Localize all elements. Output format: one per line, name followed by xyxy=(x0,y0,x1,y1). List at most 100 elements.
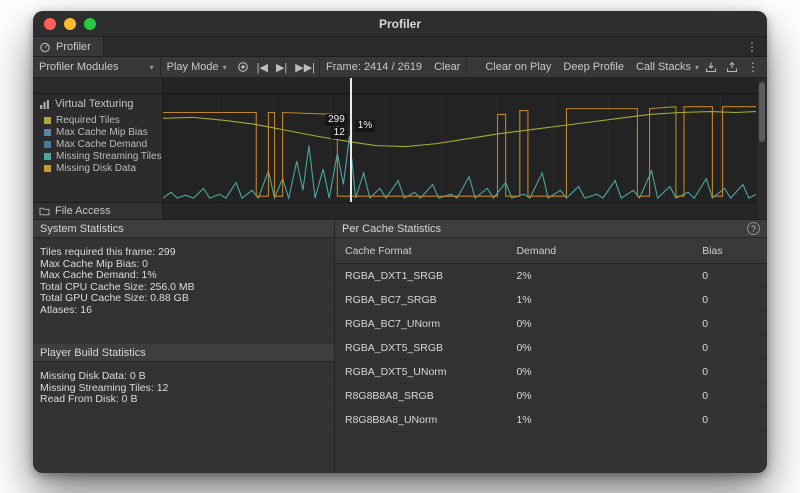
profiler-modules-label: Profiler Modules xyxy=(39,61,118,73)
virtual-texturing-chart[interactable] xyxy=(163,95,756,202)
tab-label: Profiler xyxy=(56,41,91,53)
chart-area[interactable]: 299 12 1% xyxy=(163,78,756,219)
record-button[interactable] xyxy=(233,57,253,77)
legend-item-required-tiles[interactable]: Required Tiles xyxy=(44,115,162,126)
statistics-pane: System Statistics Tiles required this fr… xyxy=(33,220,335,473)
clear-on-play-toggle[interactable]: Clear on Play xyxy=(479,57,557,77)
chevron-down-icon: ▾ xyxy=(223,63,227,72)
profiler-window: Profiler Profiler ⋮ Profiler Modules ▾ P… xyxy=(33,11,767,473)
module-file-access[interactable]: File Access xyxy=(33,202,162,219)
table-row[interactable]: R8G8B8A8_SRGB 0% 0 xyxy=(335,384,767,408)
column-demand[interactable]: Demand xyxy=(516,245,702,257)
tab-profiler[interactable]: Profiler xyxy=(33,37,104,56)
cell-demand: 0% xyxy=(516,342,702,354)
profiler-modules-dropdown[interactable]: Profiler Modules ▾ xyxy=(33,57,161,77)
fullscreen-button[interactable] xyxy=(84,18,96,30)
cell-bias: 0 xyxy=(702,342,767,354)
window-title: Profiler xyxy=(379,17,421,31)
cell-demand: 1% xyxy=(516,414,702,426)
playhead-line[interactable] xyxy=(350,78,352,202)
deep-profile-toggle[interactable]: Deep Profile xyxy=(557,57,630,77)
cell-bias: 0 xyxy=(702,366,767,378)
legend-label: Missing Disk Data xyxy=(56,163,136,174)
chevron-down-icon: ▾ xyxy=(695,63,699,72)
cell-cache-format: RGBA_DXT5_UNorm xyxy=(335,366,516,378)
sidebar-spacer xyxy=(33,78,162,94)
play-mode-label: Play Mode xyxy=(167,61,219,73)
save-icon xyxy=(726,61,738,73)
cell-cache-format: R8G8B8A8_SRGB xyxy=(335,390,516,402)
table-row[interactable]: R8G8B8A8_UNorm 1% 0 xyxy=(335,408,767,432)
load-icon xyxy=(705,61,717,73)
series-missing-streaming-tiles xyxy=(163,136,756,198)
titlebar[interactable]: Profiler xyxy=(33,11,767,37)
call-stacks-dropdown[interactable]: Call Stacks ▾ xyxy=(630,57,705,77)
next-frame-button[interactable]: ▶| xyxy=(272,57,291,77)
call-stacks-label: Call Stacks xyxy=(636,61,691,73)
cell-cache-format: RGBA_BC7_UNorm xyxy=(335,318,516,330)
chart-top-strip xyxy=(163,78,756,94)
current-frame-button[interactable]: ▶▶| xyxy=(291,57,320,77)
traffic-lights xyxy=(44,11,96,36)
file-access-chart-row[interactable] xyxy=(163,202,756,219)
playhead-tiles-value: 299 xyxy=(325,114,348,126)
chart-canvas xyxy=(163,95,756,202)
pane-title: System Statistics xyxy=(40,223,124,235)
legend-item-max-cache-demand[interactable]: Max Cache Demand xyxy=(44,139,162,150)
table-row[interactable]: RGBA_BC7_UNorm 0% 0 xyxy=(335,312,767,336)
stat-line: Tiles required this frame: 299 xyxy=(40,247,327,259)
table-row[interactable]: RGBA_DXT5_UNorm 0% 0 xyxy=(335,360,767,384)
per-cache-table: Cache Format Demand Bias RGBA_DXT1_SRGB … xyxy=(335,238,767,473)
cell-demand: 2% xyxy=(516,270,702,282)
tab-bar: Profiler ⋮ xyxy=(33,37,767,57)
toolbar-context-menu-icon[interactable]: ⋮ xyxy=(747,60,759,74)
cell-cache-format: RGBA_BC7_SRGB xyxy=(335,294,516,306)
table-row[interactable]: RGBA_DXT1_SRGB 2% 0 xyxy=(335,264,767,288)
prev-frame-button[interactable]: |◀ xyxy=(253,57,272,77)
chart-region: Virtual Texturing Required Tiles Max Cac… xyxy=(33,78,767,220)
chart-module-icon xyxy=(39,99,50,110)
scrollbar-thumb[interactable] xyxy=(759,82,765,142)
column-cache-format[interactable]: Cache Format xyxy=(335,245,516,257)
load-profile-button[interactable] xyxy=(705,61,717,73)
player-build-statistics-header: Player Build Statistics xyxy=(33,344,334,362)
help-icon[interactable]: ? xyxy=(747,222,760,235)
playhead-demand-value: 1% xyxy=(355,120,375,132)
clear-button[interactable]: Clear xyxy=(428,57,467,77)
record-icon xyxy=(237,61,249,73)
table-header-row[interactable]: Cache Format Demand Bias xyxy=(335,238,767,264)
module-label: Virtual Texturing xyxy=(55,98,133,110)
table-row[interactable]: RGBA_BC7_SRGB 1% 0 xyxy=(335,288,767,312)
legend-item-missing-streaming-tiles[interactable]: Missing Streaming Tiles xyxy=(44,151,162,162)
legend-item-max-cache-mip-bias[interactable]: Max Cache Mip Bias xyxy=(44,127,162,138)
module-sidebar: Virtual Texturing Required Tiles Max Cac… xyxy=(33,78,163,219)
pane-title: Player Build Statistics xyxy=(40,347,146,359)
chevron-down-icon: ▾ xyxy=(150,63,154,72)
legend-label: Required Tiles xyxy=(56,115,120,126)
chart-legend: Required Tiles Max Cache Mip Bias Max Ca… xyxy=(33,112,162,174)
details-region: System Statistics Tiles required this fr… xyxy=(33,220,767,473)
minimize-button[interactable] xyxy=(64,18,76,30)
cell-cache-format: RGBA_DXT1_SRGB xyxy=(335,270,516,282)
profiler-toolbar: Profiler Modules ▾ Play Mode ▾ |◀ ▶| ▶▶|… xyxy=(33,57,767,78)
module-virtual-texturing[interactable]: Virtual Texturing xyxy=(33,94,162,112)
close-button[interactable] xyxy=(44,18,56,30)
save-profile-button[interactable] xyxy=(726,61,738,73)
table-row[interactable]: RGBA_DXT5_SRGB 0% 0 xyxy=(335,336,767,360)
per-cache-pane: Per Cache Statistics ? Cache Format Dema… xyxy=(335,220,767,473)
system-statistics-block: Tiles required this frame: 299 Max Cache… xyxy=(33,238,334,316)
tab-context-menu-icon[interactable]: ⋮ xyxy=(737,37,767,56)
legend-item-missing-disk-data[interactable]: Missing Disk Data xyxy=(44,163,162,174)
cell-bias: 0 xyxy=(702,318,767,330)
playhead-missing-tiles-value: 12 xyxy=(331,127,348,139)
legend-label: Max Cache Mip Bias xyxy=(56,127,148,138)
toolbar-right-icons: ⋮ xyxy=(705,57,767,77)
cell-demand: 0% xyxy=(516,390,702,402)
cell-bias: 0 xyxy=(702,390,767,402)
chart-scrollbar[interactable] xyxy=(756,78,767,219)
column-bias[interactable]: Bias xyxy=(702,245,767,257)
play-mode-dropdown[interactable]: Play Mode ▾ xyxy=(161,57,233,77)
legend-swatch-icon xyxy=(44,129,51,136)
cell-demand: 1% xyxy=(516,294,702,306)
cell-cache-format: R8G8B8A8_UNorm xyxy=(335,414,516,426)
